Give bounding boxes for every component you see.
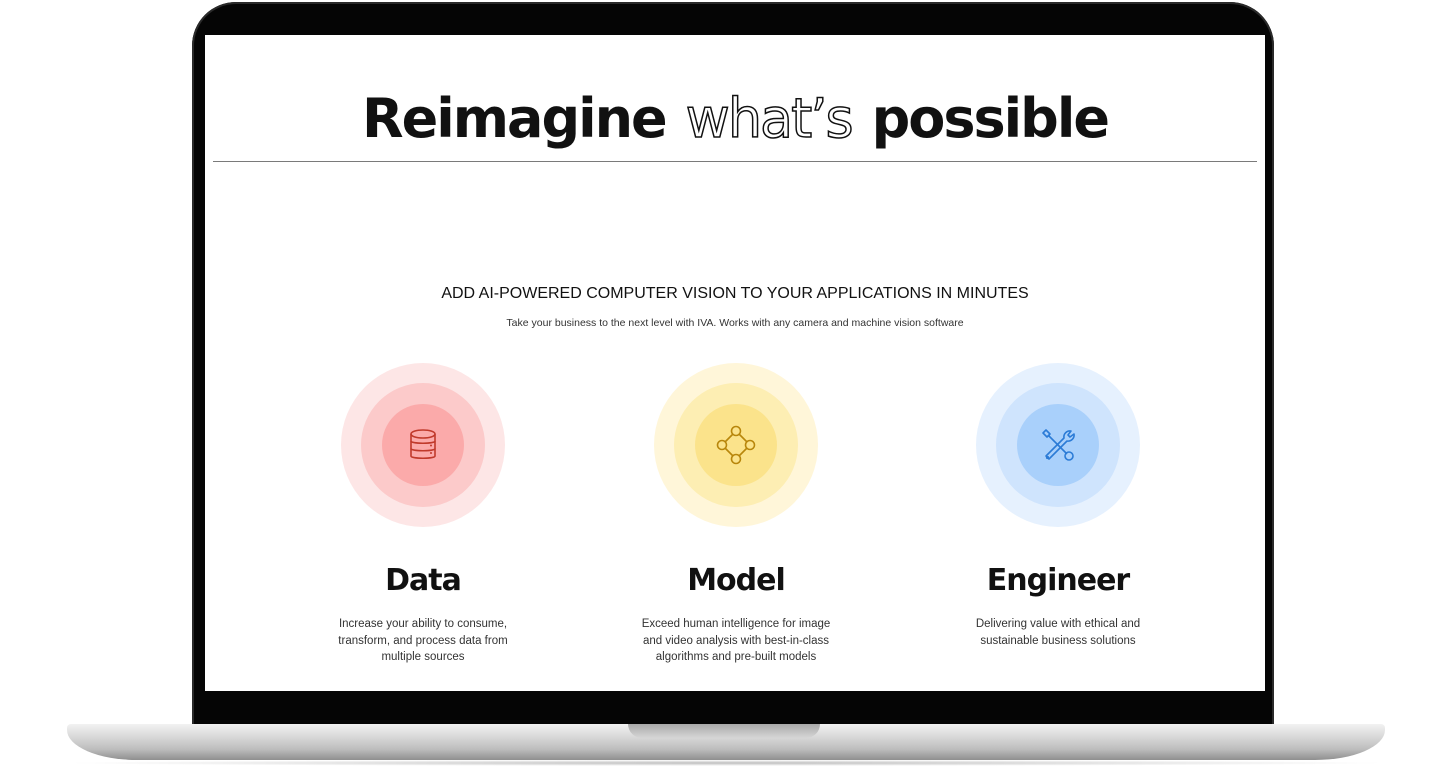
hero-title: Reimagine what’s possible bbox=[205, 86, 1265, 151]
section-subline: Take your business to the next level wit… bbox=[506, 317, 964, 329]
feature-data-title: Data bbox=[385, 563, 462, 598]
feature-engineer-rings bbox=[976, 363, 1140, 527]
hero-word-3: possible bbox=[871, 87, 1110, 150]
network-nodes-icon bbox=[716, 425, 756, 465]
feature-engineer: Engineer Delivering value with ethical a… bbox=[938, 363, 1178, 649]
feature-engineer-title: Engineer bbox=[986, 563, 1130, 598]
divider bbox=[213, 161, 1257, 162]
laptop-notch bbox=[628, 724, 820, 738]
wrench-tools-icon bbox=[1042, 429, 1075, 461]
feature-model-description: Exceed human intelligence for image and … bbox=[641, 618, 831, 663]
feature-model-rings bbox=[654, 363, 818, 527]
laptop-shadow bbox=[60, 760, 1392, 766]
feature-data-rings bbox=[341, 363, 505, 527]
hero-word-2: what’s bbox=[685, 86, 854, 151]
feature-data: Data Increase your ability to consume, t… bbox=[303, 363, 543, 666]
hero-word-1: Reimagine bbox=[362, 87, 668, 150]
section-headline: ADD AI-POWERED COMPUTER VISION TO YOUR A… bbox=[441, 285, 1029, 302]
laptop-screen: Reimagine what’s possible ADD AI-POWERED C… bbox=[205, 35, 1265, 691]
feature-engineer-description: Delivering value with ethical and sustai… bbox=[975, 618, 1141, 647]
feature-model: Model Exceed human intelligence for imag… bbox=[616, 363, 856, 666]
feature-data-description: Increase your ability to consume, transf… bbox=[338, 618, 508, 663]
database-icon bbox=[410, 429, 436, 460]
feature-model-title: Model bbox=[687, 563, 786, 598]
